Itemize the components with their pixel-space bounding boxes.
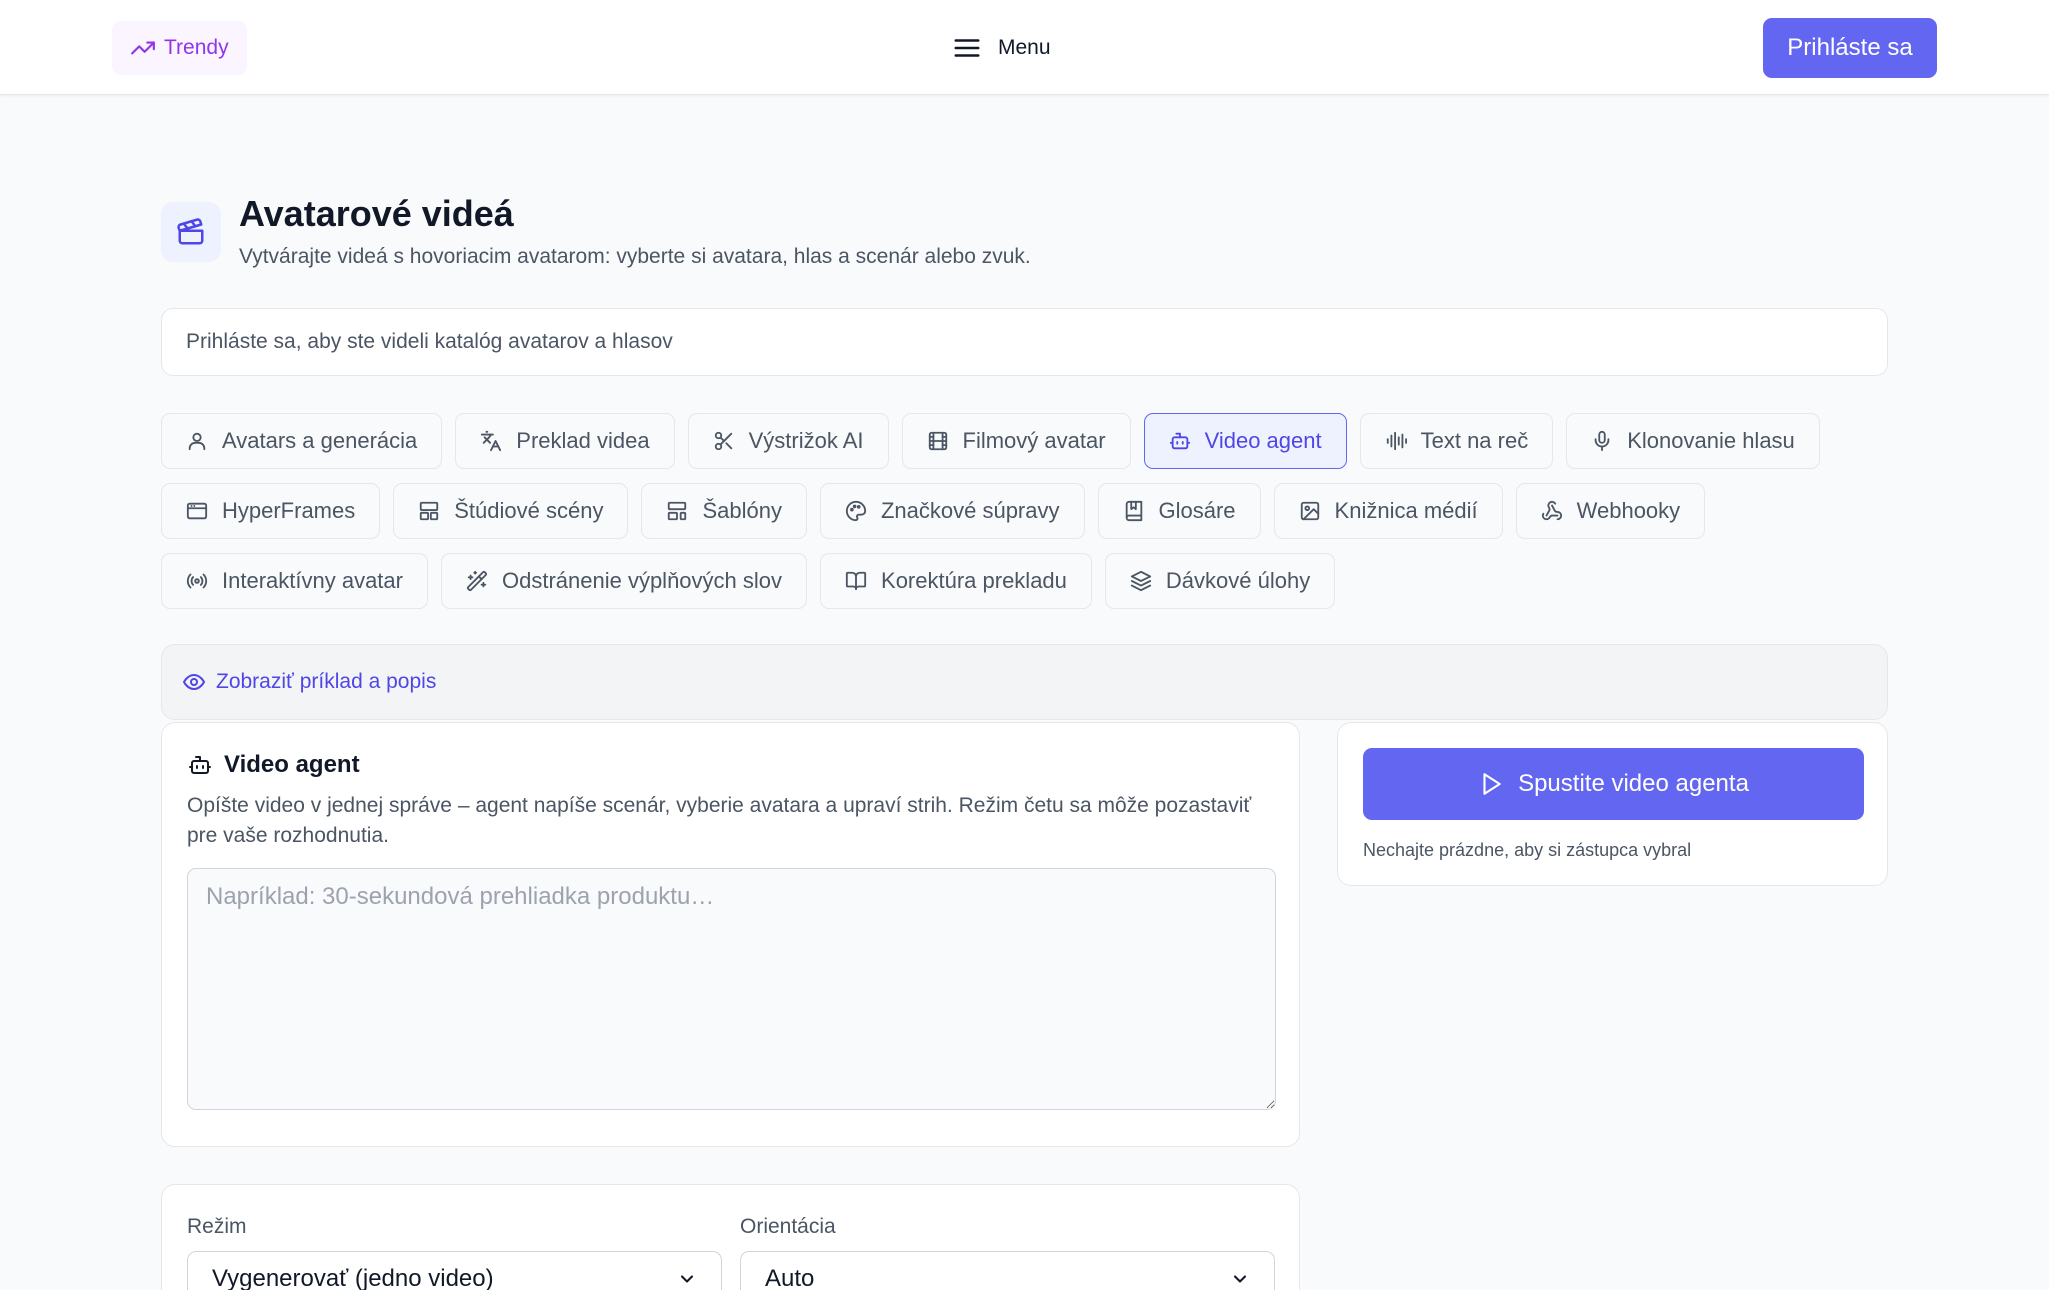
tab-label: HyperFrames: [222, 498, 356, 523]
tab-interactive-avatar[interactable]: Interaktívny avatar: [161, 553, 428, 609]
tab-hyperframes[interactable]: HyperFrames: [161, 483, 381, 539]
chevron-down-icon: [1230, 1269, 1250, 1289]
translate-icon: [480, 430, 502, 452]
tab-label: Šablóny: [702, 498, 782, 523]
video-prompt-textarea[interactable]: [187, 868, 1276, 1110]
orientation-select-value: Auto: [765, 1265, 815, 1290]
login-notice: Prihláste sa, aby ste videli katalóg ava…: [161, 308, 1888, 376]
run-hint: Nechajte prázdne, aby si zástupca vybral: [1363, 840, 1692, 860]
tab-label: Webhooky: [1576, 498, 1681, 523]
video-agent-title: Video agent: [224, 751, 360, 778]
page-title: Avatarové videá: [239, 193, 514, 234]
run-video-agent-button[interactable]: Spustite video agenta: [1363, 748, 1864, 820]
orientation-select[interactable]: Auto: [740, 1251, 1275, 1290]
tab-studio-scenes[interactable]: Štúdiové scény: [393, 483, 629, 539]
book-icon: [1123, 500, 1145, 522]
image-icon: [1299, 500, 1321, 522]
tab-voice-cloning[interactable]: Klonovanie hlasu: [1566, 413, 1820, 469]
tab-brand-kits[interactable]: Značkové súpravy: [819, 483, 1085, 539]
tab-label: Glosáre: [1158, 498, 1236, 523]
tab-label: Text na reč: [1420, 428, 1529, 453]
tab-translation-proofreading[interactable]: Korektúra prekladu: [820, 553, 1092, 609]
tab-label: Odstránenie výplňových slov: [501, 568, 783, 593]
orientation-label: Orientácia: [740, 1215, 836, 1238]
tab-label: Video agent: [1204, 428, 1322, 453]
video-agent-heading: Video agent: [188, 751, 360, 779]
template-icon: [666, 500, 688, 522]
page-subtitle: Vytvárajte videá s hovoriacim avatarom: …: [239, 245, 1031, 268]
tab-label: Značkové súpravy: [880, 498, 1060, 523]
tab-webhooks[interactable]: Webhooky: [1515, 483, 1706, 539]
hamburger-icon: [952, 33, 982, 63]
clapperboard-icon: [161, 202, 221, 262]
chevron-down-icon: [677, 1269, 697, 1289]
tab-label: Výstrižok AI: [748, 428, 864, 453]
browser-icon: [186, 500, 208, 522]
tab-label: Avatars a generácia: [222, 428, 418, 453]
palette-icon: [845, 500, 867, 522]
broadcast-icon: [186, 570, 208, 592]
play-icon: [1478, 771, 1504, 797]
tab-label: Interaktívny avatar: [222, 568, 403, 593]
tab-label: Knižnica médií: [1334, 498, 1478, 523]
bot-icon: [1169, 430, 1191, 452]
tab-label: Preklad videa: [516, 428, 650, 453]
mode-select-value: Vygenerovať (jedno video): [212, 1265, 494, 1290]
layers-icon: [1130, 570, 1152, 592]
mode-select[interactable]: Vygenerovať (jedno video): [187, 1251, 722, 1290]
tab-label: Korektúra prekladu: [881, 568, 1067, 593]
mode-label: Režim: [187, 1215, 247, 1238]
menu-label: Menu: [998, 36, 1051, 59]
magic-wand-icon: [466, 570, 488, 592]
video-agent-description: Opíšte video v jednej správe – agent nap…: [187, 794, 1252, 847]
tab-film-avatar[interactable]: Filmový avatar: [901, 413, 1131, 469]
open-book-icon: [845, 570, 867, 592]
tab-label: Štúdiové scény: [454, 498, 604, 523]
run-video-agent-label: Spustite video agenta: [1518, 770, 1749, 797]
top-bar: Trendy Menu Prihláste sa: [0, 0, 2049, 95]
trendy-label: Trendy: [164, 36, 229, 59]
film-icon: [927, 430, 949, 452]
tab-video-translation[interactable]: Preklad videa: [455, 413, 675, 469]
microphone-icon: [1591, 430, 1613, 452]
scissors-icon: [713, 430, 735, 452]
menu-button[interactable]: Menu: [952, 30, 1051, 66]
show-example-label: Zobraziť príklad a popis: [216, 670, 437, 693]
tab-avatars[interactable]: Avatars a generácia: [161, 413, 443, 469]
eye-icon: [182, 670, 206, 694]
tab-label: Klonovanie hlasu: [1627, 428, 1795, 453]
trending-up-icon: [130, 35, 156, 61]
login-notice-text: Prihláste sa, aby ste videli katalóg ava…: [186, 330, 673, 353]
tab-filler-word-removal[interactable]: Odstránenie výplňových slov: [440, 553, 808, 609]
user-icon: [186, 430, 208, 452]
tab-batch-jobs[interactable]: Dávkové úlohy: [1104, 553, 1336, 609]
tab-label: Filmový avatar: [962, 428, 1106, 453]
bot-icon: [188, 753, 212, 777]
tab-ai-clip[interactable]: Výstrižok AI: [687, 413, 889, 469]
tab-label: Dávkové úlohy: [1165, 568, 1311, 593]
settings-card: Režim Vygenerovať (jedno video) Orientác…: [161, 1184, 1300, 1290]
layout-icon: [418, 500, 440, 522]
login-button[interactable]: Prihláste sa: [1763, 18, 1937, 78]
waveform-icon: [1385, 430, 1407, 452]
webhook-icon: [1541, 500, 1563, 522]
tab-templates[interactable]: Šablóny: [641, 483, 807, 539]
feature-tabs: Avatars a generácia Preklad videa Výstri…: [161, 413, 1901, 609]
trendy-button[interactable]: Trendy: [112, 21, 247, 75]
tab-glossaries[interactable]: Glosáre: [1097, 483, 1261, 539]
show-example-toggle[interactable]: Zobraziť príklad a popis: [161, 644, 1888, 720]
tab-video-agent[interactable]: Video agent: [1143, 413, 1347, 469]
tab-text-to-speech[interactable]: Text na reč: [1359, 413, 1554, 469]
tab-media-library[interactable]: Knižnica médií: [1273, 483, 1503, 539]
run-agent-card: Spustite video agenta Nechajte prázdne, …: [1337, 722, 1888, 886]
video-agent-card: Video agent Opíšte video v jednej správe…: [161, 722, 1300, 1147]
